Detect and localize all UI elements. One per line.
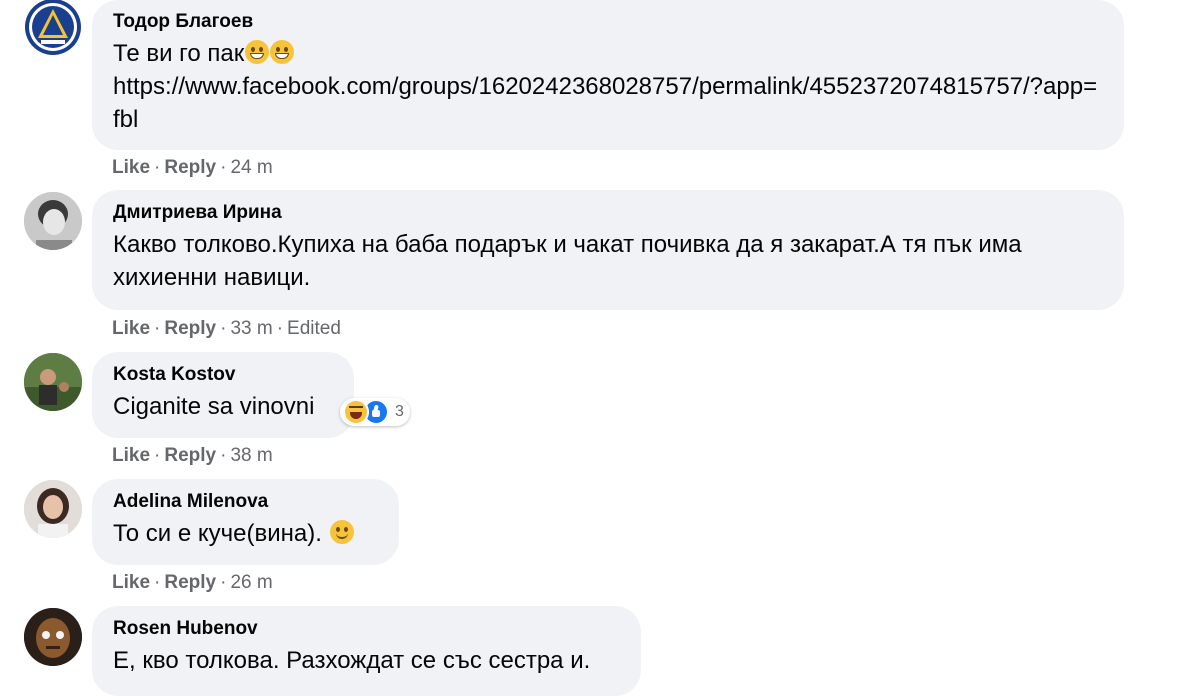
avatar[interactable]: [24, 353, 82, 411]
separator-dot: ·: [220, 445, 227, 466]
avatar[interactable]: [24, 480, 82, 538]
comment-bubble: Тодор Благоев Те ви го пак https://www.f…: [92, 0, 1124, 150]
comment-text: Е, кво толкова. Разхождат се със сестра …: [113, 647, 591, 674]
comment-text: Какво толково.Купиха на баба подарък и ч…: [113, 231, 1029, 291]
separator-dot: ·: [276, 318, 284, 339]
profile-photo-icon: [24, 353, 82, 411]
separator-dot: ·: [220, 318, 227, 339]
comment-actions: Like · Reply · 38 m: [112, 444, 273, 468]
comment-author[interactable]: Adelina Milenova: [113, 490, 379, 514]
comment-actions: Like · Reply · 33 m · Edited: [112, 317, 341, 341]
reply-button[interactable]: Reply: [164, 445, 216, 466]
profile-photo-icon: [24, 608, 82, 666]
profile-photo-icon: [24, 480, 82, 538]
profile-photo-icon: [24, 192, 82, 250]
comment-bubble: Kosta Kostov Ciganite sa vinovni: [92, 352, 354, 438]
comment-author[interactable]: Kosta Kostov: [113, 363, 334, 387]
smiling-emoji-icon: [329, 520, 354, 544]
comment-timestamp[interactable]: 24 m: [230, 157, 272, 178]
like-button[interactable]: Like: [112, 157, 150, 178]
comment-bubble: Дмитриева Ирина Какво толково.Купиха на …: [92, 190, 1124, 310]
reaction-summary[interactable]: 3: [340, 398, 410, 426]
like-button[interactable]: Like: [112, 572, 150, 593]
separator-dot: ·: [154, 572, 161, 593]
avatar[interactable]: [24, 0, 82, 56]
club-crest-icon: [25, 0, 81, 55]
reply-button[interactable]: Reply: [164, 572, 216, 593]
avatar[interactable]: [24, 192, 82, 250]
separator-dot: ·: [220, 157, 227, 178]
separator-dot: ·: [154, 157, 161, 178]
like-button[interactable]: Like: [112, 318, 150, 339]
comment-timestamp[interactable]: 38 m: [230, 445, 272, 466]
avatar[interactable]: [24, 608, 82, 666]
separator-dot: ·: [154, 445, 161, 466]
grinning-emoji-icon: [270, 40, 295, 64]
haha-reaction-icon: [343, 399, 369, 425]
grinning-emoji-icon: [245, 40, 270, 64]
separator-dot: ·: [220, 572, 227, 593]
comment-author[interactable]: Дмитриева Ирина: [113, 201, 1104, 225]
comment-bubble: Rosen Hubenov Е, кво толкова. Разхождат …: [92, 606, 641, 696]
comment-actions: Like · Reply · 26 m: [112, 571, 273, 595]
comment-author[interactable]: Тодор Благоев: [113, 10, 1104, 34]
comment-author[interactable]: Rosen Hubenov: [113, 617, 621, 641]
comment-link[interactable]: https://www.facebook.com/groups/16202423…: [113, 70, 1103, 136]
reaction-count: 3: [395, 403, 404, 420]
comment-text-line: То си е куче(вина).: [113, 520, 322, 547]
comment-bubble: Adelina Milenova То си е куче(вина).: [92, 479, 399, 565]
comment-timestamp[interactable]: 33 m: [230, 318, 272, 339]
comment-text: Те ви го пак: [113, 37, 1104, 70]
comment-text-line: Те ви го пак: [113, 40, 245, 67]
reply-button[interactable]: Reply: [164, 318, 216, 339]
like-button[interactable]: Like: [112, 445, 150, 466]
comment-text: То си е куче(вина).: [113, 517, 379, 550]
comment-actions: Like · Reply · 24 m: [112, 156, 273, 180]
separator-dot: ·: [154, 318, 161, 339]
edited-label: Edited: [287, 318, 341, 339]
reply-button[interactable]: Reply: [164, 157, 216, 178]
comment-timestamp[interactable]: 26 m: [230, 572, 272, 593]
comment-text: Ciganite sa vinovni: [113, 393, 315, 420]
